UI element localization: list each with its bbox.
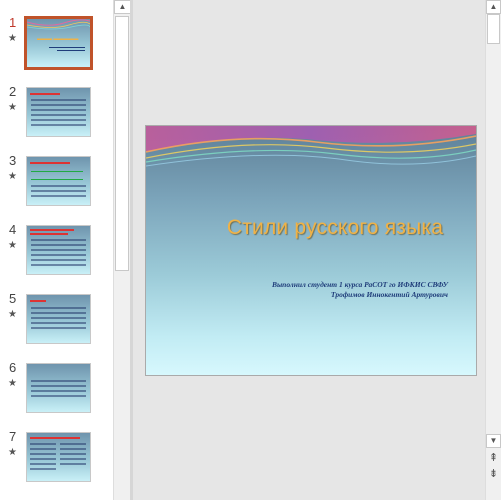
thumb-title-bar [30, 233, 68, 235]
star-icon: ★ [8, 309, 17, 320]
slide-number: 6 [9, 360, 17, 375]
thumb-text-lines [30, 443, 56, 474]
slide-thumbnail-pane[interactable]: 1 ★ ▬▬▬ ▬▬▬▬▬ 2 ★ 3 ★ 4 ★ 5 ★ 6 ★ 7 ★ [0, 0, 113, 500]
thumbnail-preview[interactable] [26, 225, 91, 275]
thumbnail-scrollbar[interactable]: ▲ [113, 0, 131, 500]
slide-thumbnail-4[interactable]: 4 ★ [0, 222, 113, 278]
star-icon: ★ [8, 240, 17, 251]
thumb-text-lines [60, 443, 86, 474]
thumb-text-lines [31, 99, 86, 132]
thumb-subtitle-line [49, 47, 85, 48]
thumbnail-preview[interactable] [26, 363, 91, 413]
thumb-title-text: ▬▬▬ ▬▬▬▬▬ [37, 36, 79, 42]
slide-number: 7 [9, 429, 17, 444]
thumb-title-bar [30, 93, 60, 95]
previous-slide-icon[interactable]: ⇞ [486, 452, 501, 466]
star-icon: ★ [8, 171, 17, 182]
scrollbar-thumb[interactable] [115, 16, 129, 271]
thumb-title-bar [30, 162, 70, 164]
thumbnail-preview[interactable] [26, 87, 91, 137]
thumb-title-bar [30, 300, 46, 302]
thumb-column-left [30, 443, 56, 478]
thumbnail-preview[interactable]: ▬▬▬ ▬▬▬▬▬ [24, 16, 93, 70]
slide-number: 5 [9, 291, 17, 306]
slide-number: 2 [9, 84, 17, 99]
thumb-title-bar [30, 229, 74, 231]
thumbnail-preview[interactable] [26, 294, 91, 344]
thumb-text-lines [31, 307, 86, 339]
star-icon: ★ [8, 447, 17, 458]
slide-thumbnail-2[interactable]: 2 ★ [0, 84, 113, 140]
star-icon: ★ [8, 33, 17, 44]
scroll-up-button[interactable]: ▲ [114, 0, 131, 14]
slide-thumbnail-3[interactable]: 3 ★ [0, 153, 113, 209]
slide-thumbnail-7[interactable]: 7 ★ [0, 429, 113, 485]
slide-canvas[interactable]: Стили русского языка Выполнил студент 1 … [145, 125, 477, 376]
star-icon: ★ [8, 102, 17, 113]
next-slide-icon[interactable]: ⇟ [486, 468, 501, 482]
main-scrollbar[interactable]: ▲ ▼ ⇞ ⇟ [485, 0, 501, 500]
slide-thumbnail-1[interactable]: 1 ★ ▬▬▬ ▬▬▬▬▬ [0, 15, 113, 71]
scrollbar-thumb[interactable] [487, 14, 500, 44]
thumb-text-lines [31, 185, 86, 201]
slide-number: 1 [9, 15, 17, 30]
thumb-text-lines [31, 380, 86, 408]
thumbnail-preview[interactable] [26, 432, 91, 482]
thumb-text-lines [31, 239, 86, 270]
thumbnail-preview[interactable] [26, 156, 91, 206]
thumb-title-bar [30, 437, 80, 439]
scroll-down-button[interactable]: ▼ [486, 434, 501, 448]
slide-title[interactable]: Стили русского языка [146, 216, 476, 240]
thumb-column-right [60, 443, 86, 478]
star-icon: ★ [8, 378, 17, 389]
wave-decoration [27, 19, 90, 30]
slide-subtitle-line-1[interactable]: Выполнил студент 1 курса РаСОТ го ИФКИС … [272, 280, 448, 289]
thumb-diagram-line [31, 171, 83, 172]
slide-editor-pane[interactable]: Стили русского языка Выполнил студент 1 … [133, 0, 485, 500]
slide-number: 4 [9, 222, 17, 237]
slide-number: 3 [9, 153, 17, 168]
wave-decoration [146, 126, 476, 167]
thumb-subtitle-line [57, 50, 85, 51]
slide-thumbnail-6[interactable]: 6 ★ [0, 360, 113, 416]
scroll-up-button[interactable]: ▲ [486, 0, 501, 14]
thumb-diagram-line [31, 179, 83, 180]
slide-thumbnail-5[interactable]: 5 ★ [0, 291, 113, 347]
slide-subtitle-line-2[interactable]: Трофимов Иннокентий Артурович [331, 290, 448, 299]
